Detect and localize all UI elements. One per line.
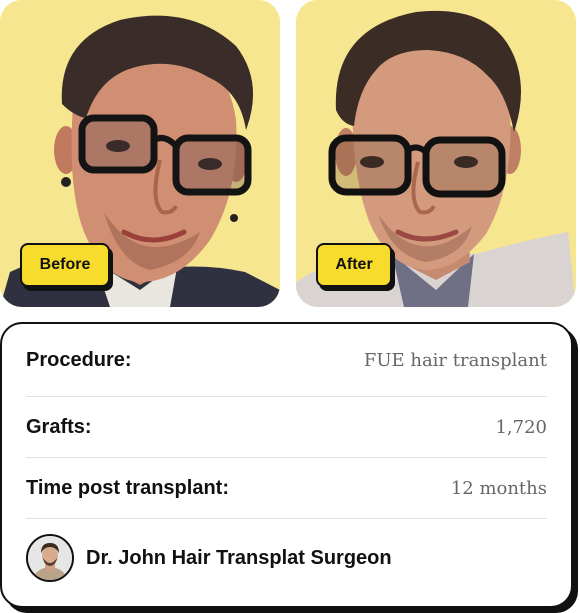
surgeon-name: Dr. John Hair Transplat Surgeon — [86, 546, 392, 569]
transplant-details-card: Procedure: FUE hair transplant Grafts: 1… — [0, 322, 573, 608]
detail-row-grafts: Grafts: 1,720 — [26, 397, 547, 458]
surgeon-avatar — [26, 534, 74, 582]
time-post-transplant-label: Time post transplant: — [26, 476, 229, 499]
before-photo: Before — [0, 0, 280, 307]
grafts-label: Grafts: — [26, 415, 92, 438]
time-post-transplant-value: 12 months — [450, 477, 547, 499]
surgeon-row: Dr. John Hair Transplat Surgeon — [26, 519, 547, 597]
before-tag: Before — [20, 243, 110, 287]
procedure-label: Procedure: — [26, 348, 132, 371]
procedure-value: FUE hair transplant — [363, 349, 547, 371]
surgeon-avatar-image — [28, 536, 72, 580]
detail-row-procedure: Procedure: FUE hair transplant — [26, 324, 547, 397]
after-photo: After — [296, 0, 576, 307]
detail-row-time-post-transplant: Time post transplant: 12 months — [26, 458, 547, 519]
grafts-value: 1,720 — [495, 416, 547, 438]
after-tag: After — [316, 243, 392, 287]
